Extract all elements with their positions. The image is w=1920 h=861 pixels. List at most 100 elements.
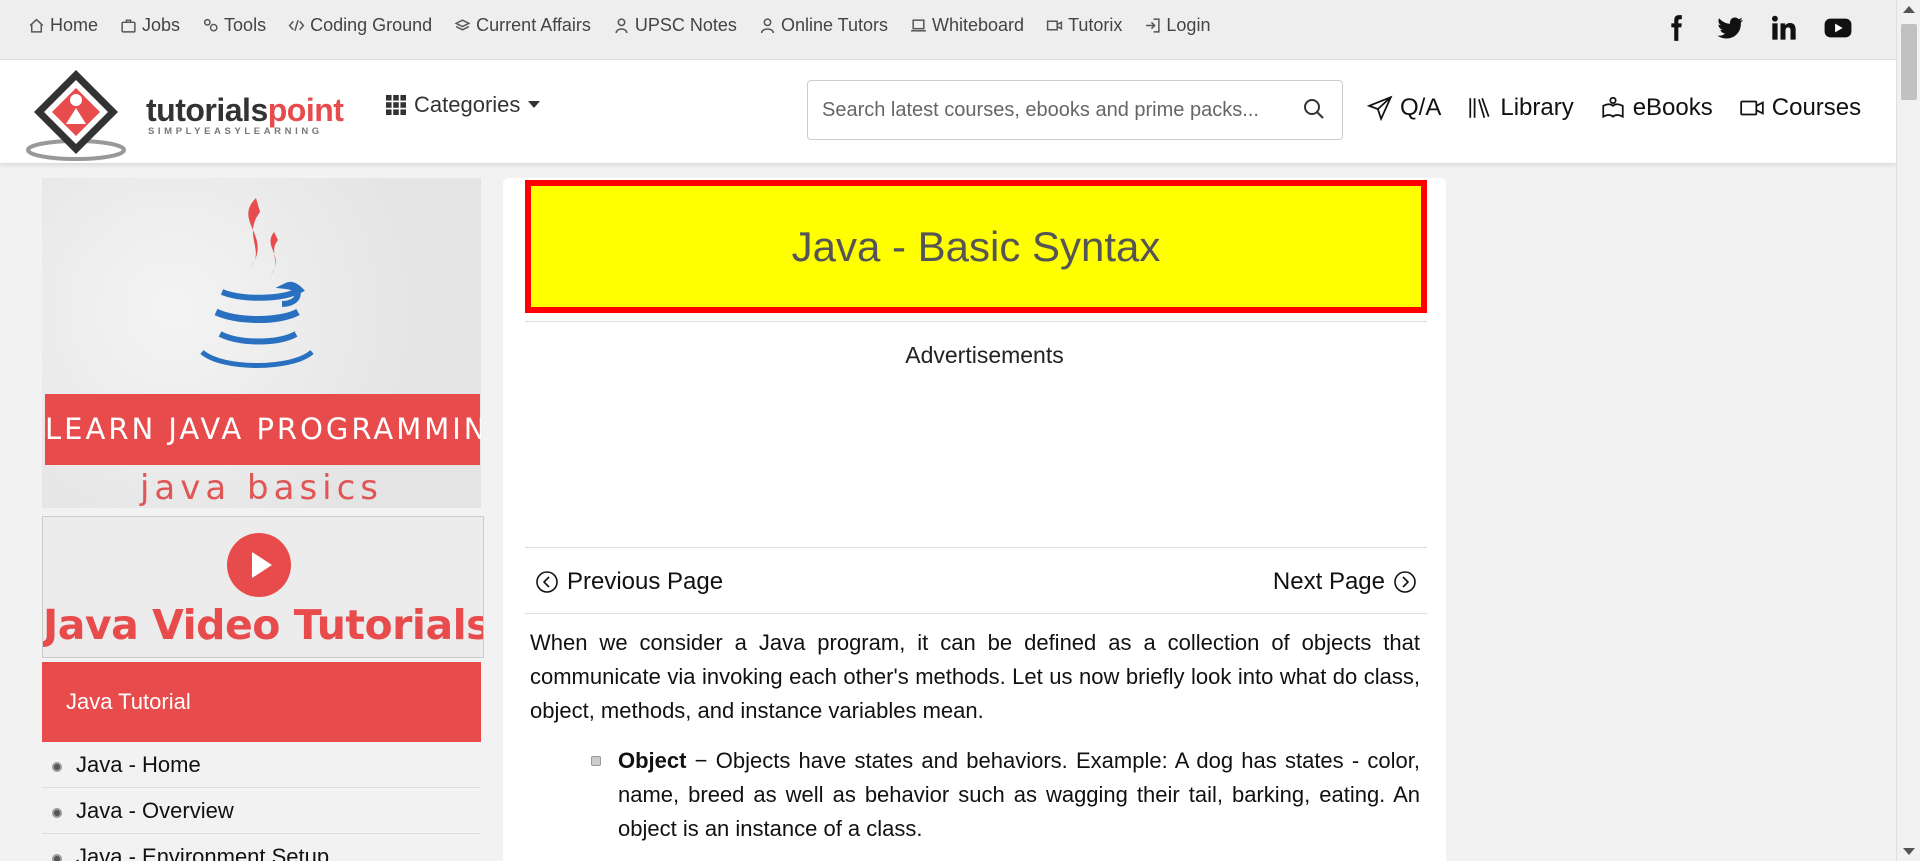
tutorial-heading: Java Tutorial	[42, 662, 481, 742]
banner-subtitle: java basics	[139, 468, 384, 508]
page-title: Java - Basic Syntax	[525, 180, 1427, 313]
categories-label: Categories	[414, 92, 521, 117]
person-icon	[760, 18, 775, 34]
play-icon	[227, 533, 291, 597]
top-link-login[interactable]: Login	[1144, 15, 1210, 36]
header-nav: Q/A Library eBooks Courses	[1367, 94, 1861, 122]
chevron-left-circle-icon	[536, 571, 558, 593]
sidebar-item-label: Java - Home	[76, 751, 201, 777]
top-link-label: Tutorix	[1068, 15, 1123, 35]
camera-icon	[1046, 20, 1063, 31]
top-link-tools[interactable]: Tools	[202, 15, 266, 36]
send-icon	[1367, 95, 1393, 121]
site-header: tutorialspoint SIMPLYEASYLEARNING Catego…	[0, 60, 1896, 164]
top-link-online-tutors[interactable]: Online Tutors	[759, 15, 888, 36]
search-box	[807, 80, 1343, 140]
top-link-label: Whiteboard	[932, 15, 1025, 35]
video-tutorials-label: Java Video Tutorials	[43, 601, 484, 649]
sidebar-item-label: Java - Overview	[76, 797, 234, 823]
video-icon	[1740, 100, 1764, 116]
page-scrollbar[interactable]	[1896, 0, 1920, 861]
logo-emblem-icon	[26, 70, 126, 161]
nav-courses[interactable]: Courses	[1739, 94, 1861, 122]
scrollbar-thumb[interactable]	[1901, 24, 1917, 100]
top-link-tutorix[interactable]: Tutorix	[1046, 15, 1122, 36]
java-cup-icon	[200, 198, 314, 368]
top-bar: Home Jobs Tools Coding Ground Current Af…	[0, 0, 1896, 60]
youtube-icon[interactable]	[1824, 14, 1852, 42]
sidebar-item-java-environment-setup[interactable]: Java - Environment Setup	[42, 834, 481, 861]
list-item-term: Object	[618, 748, 687, 773]
top-link-label: Online Tutors	[780, 15, 888, 35]
top-link-label: Jobs	[142, 15, 181, 35]
page-navigation: Previous Page Next Page	[535, 568, 1417, 596]
top-link-coding-ground[interactable]: Coding Ground	[288, 15, 432, 36]
top-link-upsc-notes[interactable]: UPSC Notes	[613, 15, 737, 36]
sidebar: LEARN JAVA PROGRAMMING java basics Java …	[42, 178, 484, 861]
nav-label: Library	[1500, 94, 1574, 121]
nav-label: Q/A	[1400, 94, 1442, 121]
grid-icon	[386, 95, 406, 115]
logo-wordmark: tutorialspoint	[146, 92, 344, 128]
person-badge-icon	[615, 18, 628, 34]
gears-icon	[203, 18, 218, 32]
nav-qa[interactable]: Q/A	[1367, 94, 1441, 122]
top-links: Home Jobs Tools Coding Ground Current Af…	[28, 15, 1210, 36]
caret-down-icon	[528, 101, 541, 108]
learn-java-banner[interactable]: LEARN JAVA PROGRAMMING java basics	[42, 178, 481, 508]
briefcase-icon	[121, 19, 136, 33]
search-input[interactable]	[822, 81, 1292, 139]
top-link-label: Home	[50, 15, 99, 35]
bullet-icon	[52, 807, 62, 818]
top-link-label: Login	[1166, 15, 1211, 35]
laptop-icon	[911, 19, 926, 32]
scroll-up-icon[interactable]	[1903, 6, 1915, 13]
banner-title: LEARN JAVA PROGRAMMING	[45, 394, 481, 465]
divider	[525, 547, 1427, 548]
facebook-icon[interactable]	[1662, 14, 1690, 42]
social-links	[1662, 14, 1852, 42]
login-icon	[1146, 18, 1161, 33]
nav-label: Courses	[1771, 94, 1862, 121]
bullet-icon	[52, 761, 62, 772]
nav-library[interactable]: Library	[1467, 94, 1574, 122]
next-page-label: Next Page	[1272, 568, 1385, 595]
chevron-right-circle-icon	[1394, 571, 1416, 593]
nav-label: eBooks	[1632, 94, 1713, 121]
linkedin-icon[interactable]	[1770, 14, 1798, 42]
top-link-label: Current Affairs	[476, 15, 591, 35]
search-icon[interactable]	[1302, 97, 1326, 121]
top-link-jobs[interactable]: Jobs	[120, 15, 180, 36]
divider	[525, 321, 1427, 322]
scroll-down-icon[interactable]	[1903, 848, 1915, 855]
logo-tagline: SIMPLYEASYLEARNING	[148, 126, 323, 137]
list-item: Object − Objects have states and behavio…	[591, 744, 1420, 846]
sidebar-item-java-home[interactable]: Java - Home	[42, 742, 481, 788]
library-icon	[1469, 97, 1490, 118]
previous-page-button[interactable]: Previous Page	[535, 568, 723, 596]
nav-ebooks[interactable]: eBooks	[1600, 94, 1713, 122]
next-page-button[interactable]: Next Page	[1273, 568, 1417, 596]
sidebar-item-java-overview[interactable]: Java - Overview	[42, 788, 481, 834]
categories-dropdown[interactable]: Categories	[386, 92, 541, 118]
advertisements-label: Advertisements	[905, 342, 1064, 368]
top-link-label: Coding Ground	[310, 15, 433, 35]
square-bullet-icon	[591, 756, 601, 766]
site-logo[interactable]: tutorialspoint SIMPLYEASYLEARNING	[26, 66, 348, 162]
ebook-icon	[1602, 96, 1624, 119]
layers-icon	[454, 19, 471, 31]
twitter-icon[interactable]	[1716, 14, 1744, 42]
top-link-label: UPSC Notes	[634, 15, 737, 35]
bullet-icon	[52, 853, 62, 861]
code-icon	[288, 19, 305, 32]
divider	[525, 613, 1427, 614]
definition-list: Object − Objects have states and behavio…	[591, 744, 1420, 846]
top-link-current-affairs[interactable]: Current Affairs	[454, 15, 591, 36]
sidebar-item-label: Java - Environment Setup	[76, 843, 330, 861]
video-tutorials-banner[interactable]: Java Video Tutorials	[42, 516, 484, 658]
sidebar-list: Java - Home Java - Overview Java - Envir…	[42, 742, 481, 861]
previous-page-label: Previous Page	[567, 568, 724, 595]
top-link-home[interactable]: Home	[28, 15, 98, 36]
intro-paragraph: When we consider a Java program, it can …	[530, 630, 1420, 723]
top-link-whiteboard[interactable]: Whiteboard	[910, 15, 1024, 36]
